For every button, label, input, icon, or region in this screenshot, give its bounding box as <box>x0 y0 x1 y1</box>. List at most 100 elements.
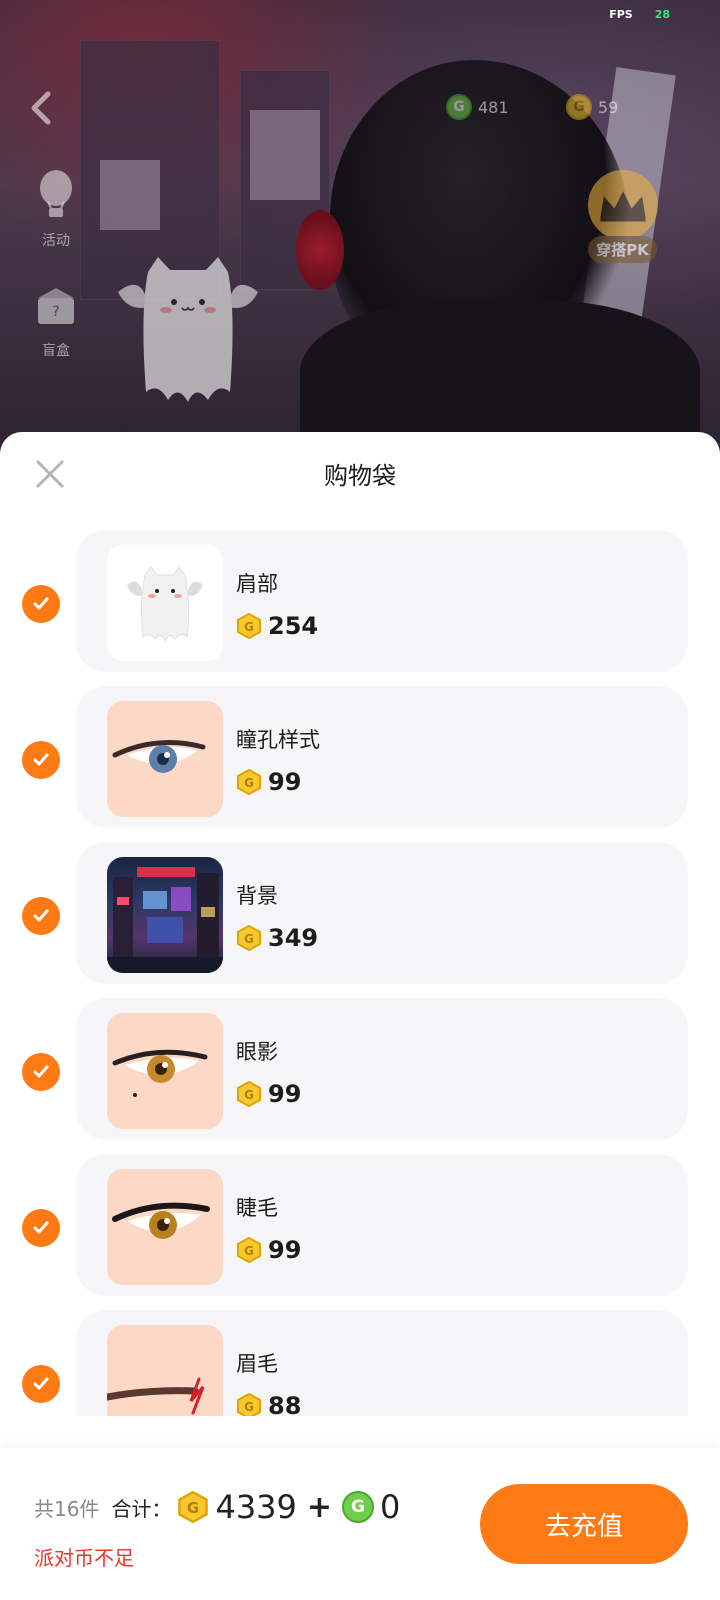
sheet-header: 购物袋 <box>0 432 720 522</box>
item-checkbox[interactable] <box>22 1053 60 1091</box>
item-thumbnail <box>107 701 223 817</box>
gold-total-value: 4339 <box>215 1488 297 1526</box>
item-price: G 99 <box>236 768 301 796</box>
item-thumbnail <box>107 1013 223 1129</box>
checkmark-icon <box>33 1377 49 1390</box>
ghost-pet-thumbnail-icon <box>127 566 203 643</box>
item-price-value: 99 <box>268 768 302 796</box>
outfit-pk-button[interactable]: 穿搭PK <box>565 170 680 270</box>
item-price-value: 99 <box>268 1080 302 1108</box>
item-thumbnail <box>107 1169 223 1285</box>
green-coin-icon: G <box>342 1491 375 1523</box>
item-name: 瞳孔样式 <box>236 728 320 752</box>
city-background-icon <box>107 867 223 973</box>
svg-text:G: G <box>244 1088 254 1102</box>
item-checkbox[interactable] <box>22 585 60 623</box>
scene-poster <box>100 160 160 230</box>
avatar-hair-flower <box>296 210 344 290</box>
item-name: 肩部 <box>236 572 278 596</box>
svg-text:?: ? <box>52 304 59 320</box>
chevron-left-icon <box>31 91 51 125</box>
cart-item-row[interactable]: 瞳孔样式 G 99 <box>0 686 720 842</box>
insufficient-balance-warning: 派对币不足 <box>34 1546 134 1570</box>
activity-label: 活动 <box>42 233 70 249</box>
item-price: G 88 <box>236 1392 301 1416</box>
cart-item-row[interactable]: 眼影 G 99 <box>0 998 720 1154</box>
checkmark-icon <box>33 909 49 922</box>
item-price-value: 254 <box>268 612 319 640</box>
green-currency[interactable]: G 481 <box>446 94 509 120</box>
cart-item-card[interactable]: 瞳孔样式 G 99 <box>76 686 688 828</box>
shopping-bag-sheet: 购物袋 肩部 G 254 瞳孔样式 G 99 背景 G 349 眼影 G 99 … <box>0 432 720 1600</box>
svg-text:G: G <box>244 1244 254 1258</box>
scene-poster <box>250 110 320 200</box>
cart-item-list[interactable]: 肩部 G 254 瞳孔样式 G 99 背景 G 349 眼影 G 99 睫毛 G… <box>0 530 720 1416</box>
blue-eye-icon <box>112 740 206 773</box>
svg-text:G: G <box>187 1500 199 1517</box>
blindbox-label: 盲盒 <box>42 343 70 359</box>
activity-button[interactable]: 活动 <box>26 166 86 250</box>
green-currency-amount: 481 <box>478 97 509 117</box>
total-label: 合计： <box>111 1496 172 1521</box>
back-button[interactable] <box>22 88 62 128</box>
item-name: 睫毛 <box>236 1196 278 1220</box>
checkmark-icon <box>33 753 49 766</box>
gold-currency-amount: 59 <box>598 97 619 117</box>
amber-eye-icon <box>112 1049 208 1097</box>
item-price-value: 349 <box>268 924 319 952</box>
cart-item-card[interactable]: 睫毛 G 99 <box>76 1154 688 1296</box>
sheet-title: 购物袋 <box>324 462 396 490</box>
checkout-footer: 共16件 合计： G 4339 + G 0 派对币不足 去充值 <box>0 1448 720 1600</box>
hot-air-balloon-icon <box>40 170 72 217</box>
item-checkbox[interactable] <box>22 741 60 779</box>
gold-coin-icon: G <box>237 1237 261 1263</box>
cart-item-card[interactable]: 眼影 G 99 <box>76 998 688 1140</box>
gold-coin-icon: G <box>237 925 261 951</box>
cart-item-row[interactable]: 睫毛 G 99 <box>0 1154 720 1310</box>
item-checkbox[interactable] <box>22 1365 60 1403</box>
green-total-value: 0 <box>380 1488 401 1526</box>
item-price: G 99 <box>236 1080 301 1108</box>
item-count: 共16件 <box>34 1496 100 1521</box>
svg-text:G: G <box>244 776 254 790</box>
item-price-value: 88 <box>268 1392 302 1416</box>
cart-item-row[interactable]: 肩部 G 254 <box>0 530 720 686</box>
gold-coin-icon: G <box>237 769 261 795</box>
blindbox-button[interactable]: ? 盲盒 <box>26 276 86 360</box>
plus-sign: + <box>306 1489 333 1525</box>
eyelash-eye-icon <box>112 1202 210 1239</box>
item-name: 眉毛 <box>236 1352 278 1376</box>
game-scene-background: FPS 28 G 481 G 59 活动 ? 盲盒 穿搭PK <box>0 0 720 460</box>
gold-coin-icon: G <box>237 613 261 639</box>
gold-coin-icon: G <box>237 1393 261 1416</box>
cart-item-card[interactable]: 背景 G 349 <box>76 842 688 984</box>
total-summary: 共16件 合计： G 4339 + G 0 <box>34 1488 400 1526</box>
checkmark-icon <box>33 597 49 610</box>
fps-label: FPS <box>609 8 633 21</box>
green-coin-icon: G <box>446 94 472 120</box>
item-price: G 254 <box>236 612 318 640</box>
item-name: 背景 <box>236 884 278 908</box>
fps-counter: FPS 28 <box>609 8 670 21</box>
cart-item-row[interactable]: 眉毛 G 88 <box>0 1310 720 1416</box>
cart-item-card[interactable]: 眉毛 G 88 <box>76 1310 688 1416</box>
gift-box-icon: ? <box>38 288 74 324</box>
svg-text:G: G <box>244 620 254 634</box>
item-checkbox[interactable] <box>22 1209 60 1247</box>
cart-item-card[interactable]: 肩部 G 254 <box>76 530 688 672</box>
gold-coin-icon: G <box>237 1081 261 1107</box>
gold-coin-icon: G <box>178 1491 209 1523</box>
item-thumbnail <box>107 545 223 661</box>
gold-currency[interactable]: G 59 <box>566 94 618 120</box>
fps-value: 28 <box>654 8 670 21</box>
svg-text:G: G <box>244 1400 254 1414</box>
cart-item-row[interactable]: 背景 G 349 <box>0 842 720 998</box>
crown-icon <box>587 170 658 240</box>
item-price: G 99 <box>236 1236 301 1264</box>
item-checkbox[interactable] <box>22 897 60 935</box>
item-thumbnail <box>107 857 223 973</box>
item-price-value: 99 <box>268 1236 302 1264</box>
recharge-button[interactable]: 去充值 <box>480 1484 688 1564</box>
checkmark-icon <box>33 1221 49 1234</box>
checkmark-icon <box>33 1065 49 1078</box>
